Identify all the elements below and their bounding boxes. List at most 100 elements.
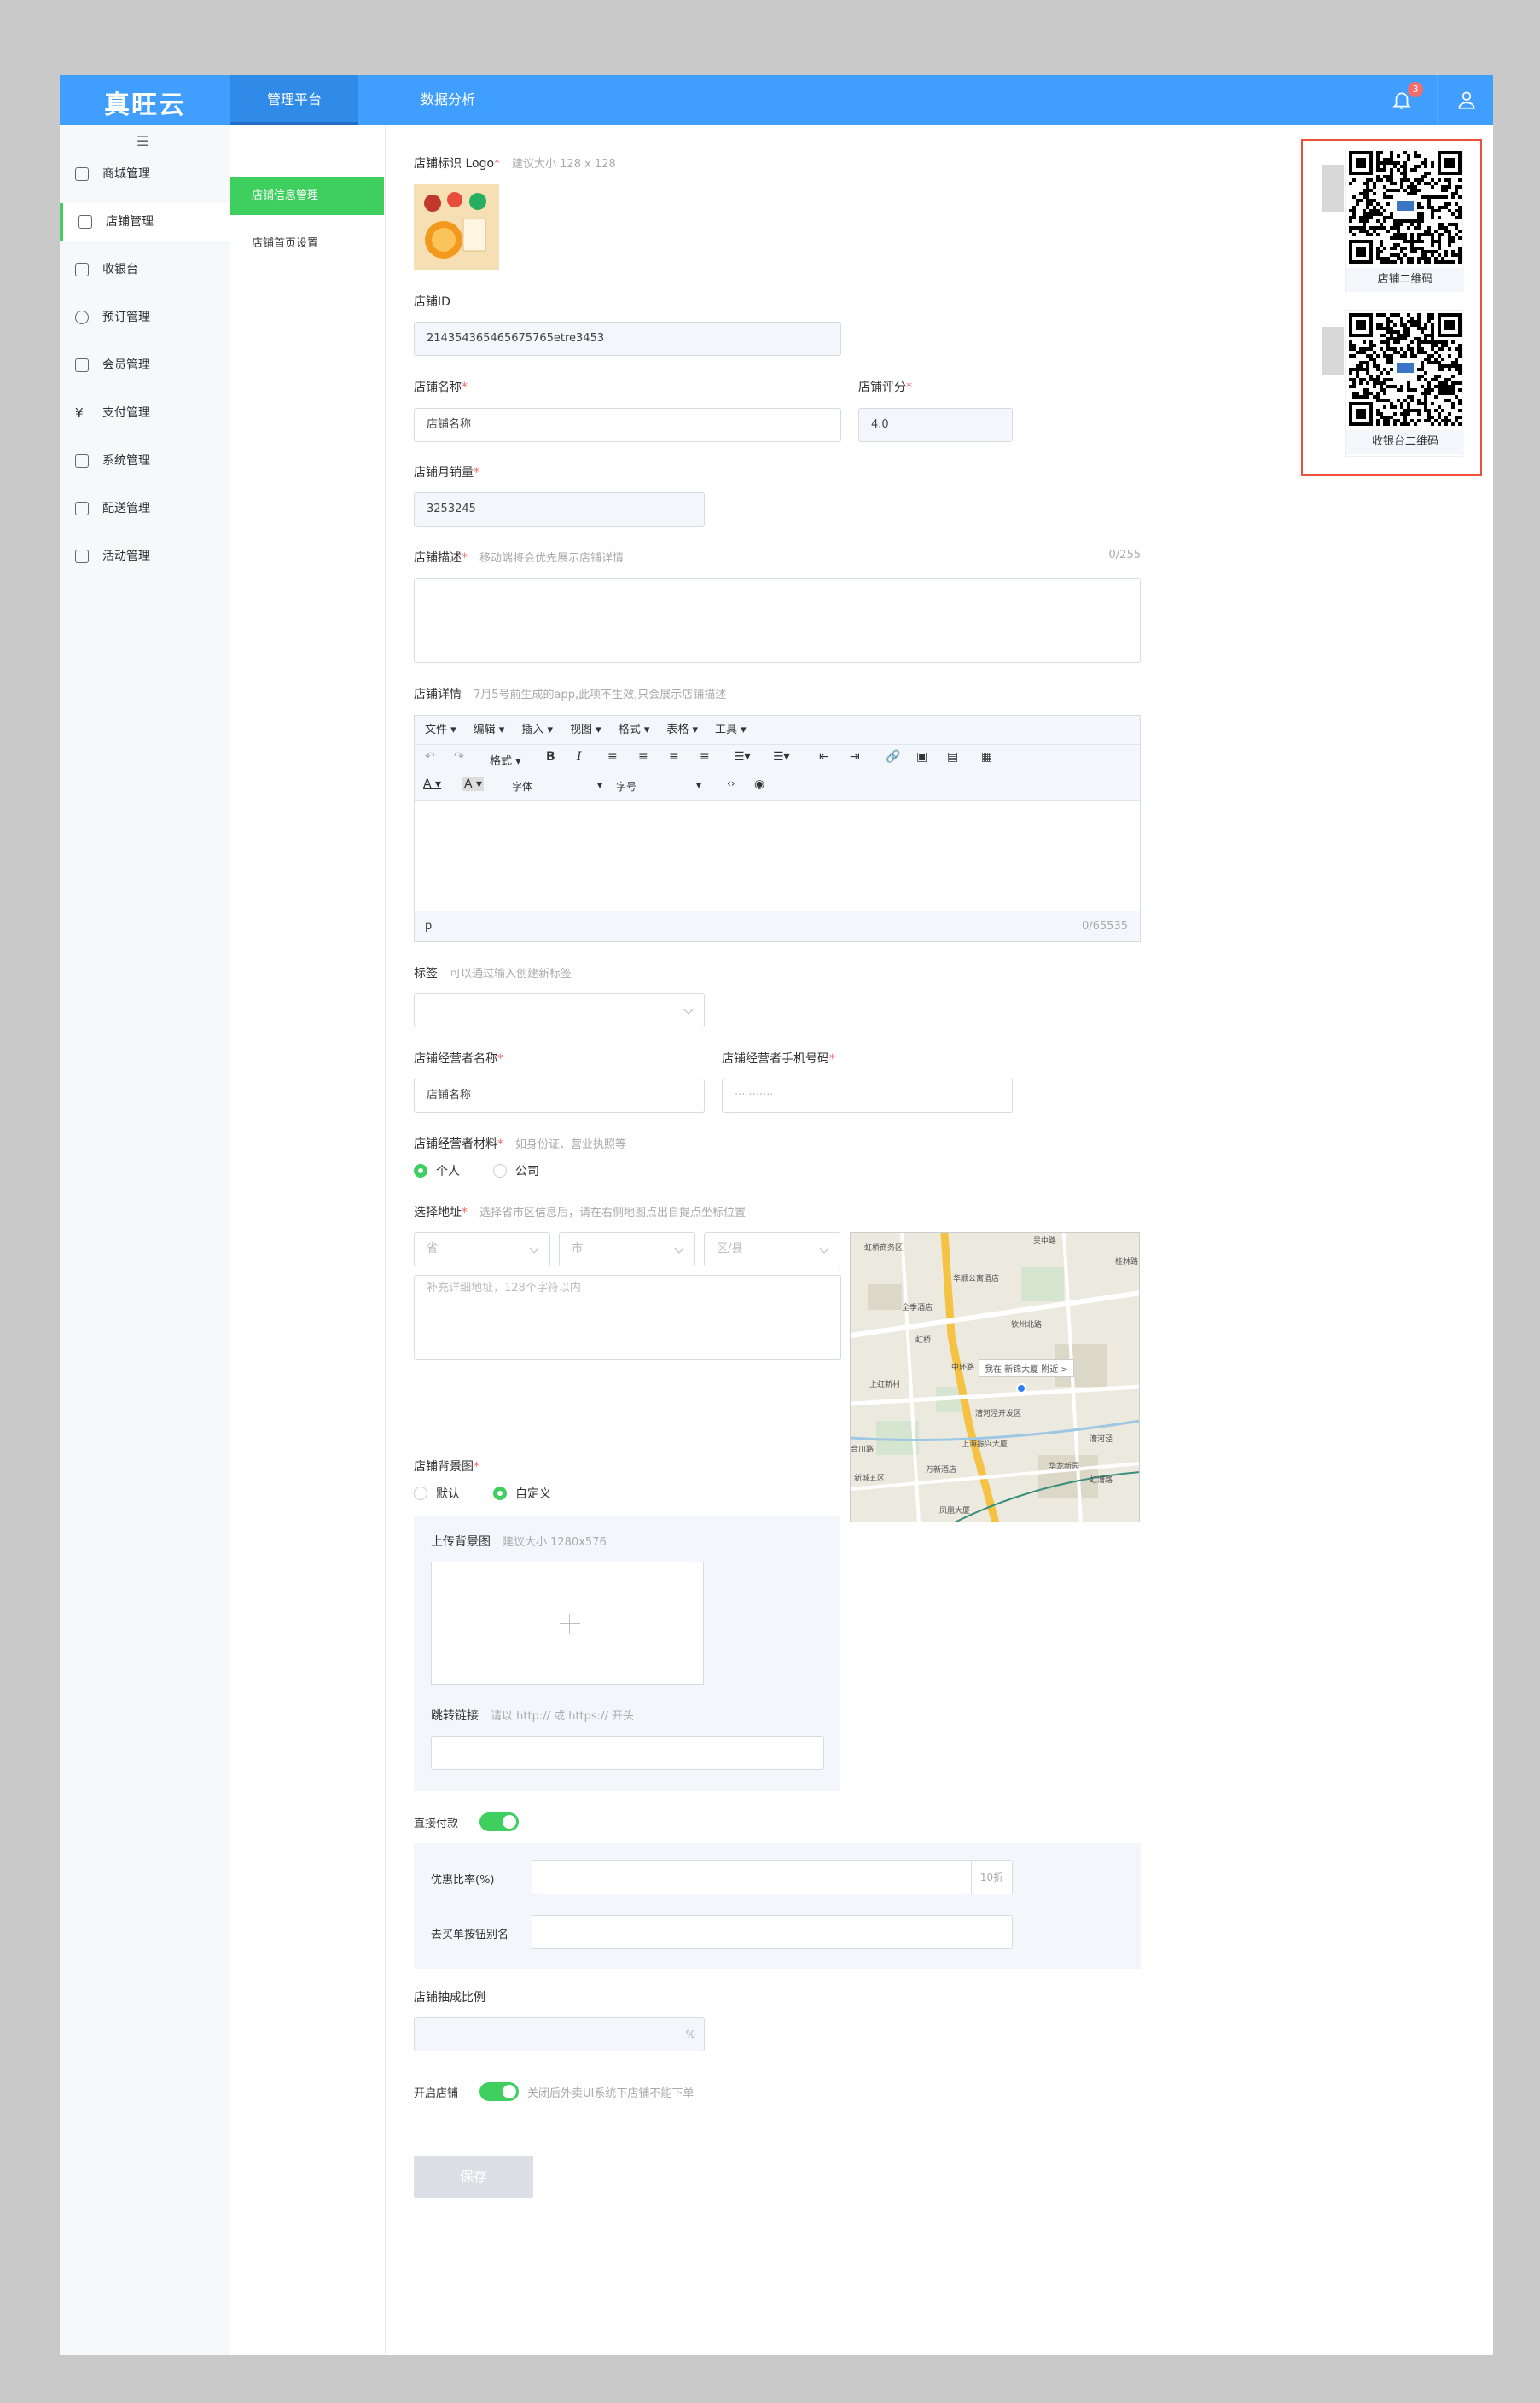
sidebar-item-payment[interactable]: ¥ 支付管理 (60, 394, 230, 432)
nav-tab-admin-platform[interactable]: 管理平台 (230, 75, 358, 125)
radio-custom-bg[interactable]: 自定义 (493, 1485, 551, 1502)
radio-default-bg[interactable]: 默认 (414, 1485, 460, 1502)
operator-name-input[interactable]: 店铺名称 (414, 1079, 705, 1113)
qr-tab-cashier[interactable] (1322, 327, 1344, 375)
button-alias-input[interactable] (532, 1915, 1013, 1949)
indent-icon[interactable]: ⇥ (850, 750, 860, 764)
province-select[interactable]: 省 (414, 1232, 550, 1266)
map-place-label: 钦州北路 (1011, 1321, 1043, 1330)
map-place-label: 虹桥商务区 (864, 1244, 904, 1253)
open-store-hint: 关闭后外卖UI系统下店铺不能下单 (527, 2087, 694, 2100)
store-name-input[interactable]: 店铺名称 (414, 408, 841, 442)
gallery-icon[interactable]: ▤ (947, 750, 958, 764)
sidebar-item-member[interactable]: 会员管理 (60, 346, 230, 384)
radio-personal[interactable]: 个人 (414, 1162, 460, 1179)
undo-icon[interactable]: ↶ (425, 750, 435, 764)
source-code-icon[interactable]: ‹› (727, 777, 735, 789)
map-place-label: 虹漕路 (1090, 1476, 1113, 1485)
store-logo-image[interactable] (414, 184, 499, 270)
sidebar-item-mall[interactable]: 商城管理 (60, 155, 230, 193)
discount-suffix: 10折 (971, 1861, 1012, 1894)
jump-link-input[interactable] (431, 1736, 824, 1770)
numbered-list-icon[interactable]: ☰▾ (773, 750, 790, 764)
map-place-label: 上虹新村 (869, 1381, 901, 1389)
nav-tab-data-analysis[interactable]: 数据分析 (384, 75, 512, 125)
sidebar-item-activity[interactable]: 活动管理 (60, 538, 230, 575)
text-color-icon[interactable]: A ▾ (423, 777, 441, 791)
map-place-label: 我在 新锦大厦 附近 > (979, 1359, 1074, 1377)
subnav-home-settings[interactable]: 店铺首页设置 (230, 225, 384, 263)
city-select[interactable]: 市 (559, 1232, 695, 1266)
sidebar-item-cashier[interactable]: 收银台 (60, 251, 230, 288)
location-map[interactable]: 虹桥商务区 吴中路 华顺公寓酒店 桂林路 全季酒店 虹桥 钦州北路 中环路 我在 新锦大厦 附近… (850, 1232, 1140, 1522)
operator-phone-input[interactable]: ··········· (722, 1079, 1013, 1113)
address-label: 选择地址* 选择省市区信息后，请在右侧地图点出自提点坐标位置 (414, 1206, 747, 1219)
menu-collapse-icon[interactable]: ☰ (137, 133, 148, 149)
editor-menu-insert[interactable]: 插入 ▾ (521, 724, 553, 736)
align-center-icon[interactable]: ≡ (638, 750, 648, 764)
store-desc-label: 店铺描述* 移动端将会优先展示店铺详情 0/255 (414, 549, 1141, 565)
editor-menu-format[interactable]: 格式 ▾ (619, 724, 650, 736)
sidebar-item-label: 活动管理 (102, 550, 150, 563)
radio-company[interactable]: 公司 (493, 1162, 539, 1179)
background-color-icon[interactable]: A ▾ (462, 777, 485, 791)
align-right-icon[interactable]: ≡ (669, 750, 679, 764)
store-qr-card: 店铺二维码 (1345, 148, 1464, 294)
discount-rate-label: 优惠比率(%) (431, 1874, 495, 1887)
image-icon[interactable]: ▣ (916, 750, 927, 764)
chevron-down-icon (683, 1004, 694, 1015)
video-icon[interactable]: ▦ (981, 750, 992, 764)
qr-tab-store[interactable] (1322, 165, 1344, 212)
store-desc-textarea[interactable] (414, 578, 1141, 663)
sidebar-item-label: 预订管理 (102, 311, 150, 324)
store-score-field: 4.0 (858, 408, 1013, 442)
sidebar-item-label: 配送管理 (102, 502, 150, 515)
open-store-toggle[interactable] (479, 2082, 519, 2101)
operator-phone-label: 店铺经营者手机号码* (722, 1052, 835, 1066)
sidebar-item-booking[interactable]: 预订管理 (60, 299, 230, 336)
store-qr-code[interactable] (1349, 151, 1462, 264)
bold-icon[interactable]: B (546, 750, 555, 764)
tag-select[interactable] (414, 993, 705, 1027)
redo-icon[interactable]: ↷ (454, 750, 464, 764)
user-icon[interactable] (1456, 89, 1478, 111)
direct-pay-toggle[interactable] (479, 1812, 519, 1831)
subnav-store-info[interactable]: 店铺信息管理 (230, 177, 384, 215)
editor-char-count: 0/65535 (1081, 920, 1128, 933)
editor-menu-tools[interactable]: 工具 ▾ (715, 724, 747, 736)
cashier-qr-code[interactable] (1349, 313, 1462, 426)
editor-menu-edit[interactable]: 编辑 ▾ (474, 724, 505, 736)
map-place-label: 吴中路 (1033, 1237, 1057, 1246)
editor-menu-view[interactable]: 视图 ▾ (570, 724, 601, 736)
sidebar-item-system[interactable]: 系统管理 (60, 442, 230, 480)
italic-icon[interactable]: I (577, 750, 582, 764)
discount-rate-input[interactable]: 10折 (532, 1860, 1013, 1894)
sidebar-item-store[interactable]: 店铺管理 (60, 203, 230, 241)
format-dropdown[interactable]: 格式 ▾ (490, 752, 521, 768)
address-detail-textarea[interactable]: 补充详细地址，128个字符以内 (414, 1275, 841, 1360)
editor-statusbar: p 0/65535 (415, 911, 1140, 941)
align-left-icon[interactable]: ≡ (607, 750, 618, 764)
font-size-dropdown[interactable]: 字号 ▾ (616, 779, 710, 794)
yen-icon: ¥ (75, 405, 84, 421)
editor-content-area[interactable] (415, 801, 1140, 904)
save-button[interactable]: 保存 (414, 2156, 533, 2198)
upload-bg-box[interactable] (431, 1562, 704, 1685)
sidebar-item-label: 会员管理 (102, 358, 150, 372)
sidebar-item-delivery[interactable]: 配送管理 (60, 490, 230, 527)
store-icon (78, 215, 92, 229)
wrench-icon (75, 454, 89, 468)
district-select[interactable]: 区/县 (704, 1232, 840, 1266)
outdent-icon[interactable]: ⇤ (819, 750, 829, 764)
editor-menu-file[interactable]: 文件 ▾ (425, 724, 456, 736)
map-place-label: 新城五区 (854, 1475, 886, 1483)
preview-eye-icon[interactable]: ◉ (754, 777, 764, 791)
link-icon[interactable]: 🔗 (886, 750, 900, 764)
app-page: 真旺云 管理平台 数据分析 3 ☰ 商城管理 店铺管理 收银台 预订管理 会员管… (60, 75, 1493, 2355)
bullet-list-icon[interactable]: ☰▾ (734, 750, 751, 764)
store-id-label: 店铺ID (414, 295, 450, 309)
map-place-label: 凤凰大厦 (939, 1507, 971, 1516)
align-justify-icon[interactable]: ≡ (700, 750, 710, 764)
editor-menu-table[interactable]: 表格 ▾ (666, 724, 698, 736)
font-family-dropdown[interactable]: 字体 ▾ (512, 779, 606, 794)
